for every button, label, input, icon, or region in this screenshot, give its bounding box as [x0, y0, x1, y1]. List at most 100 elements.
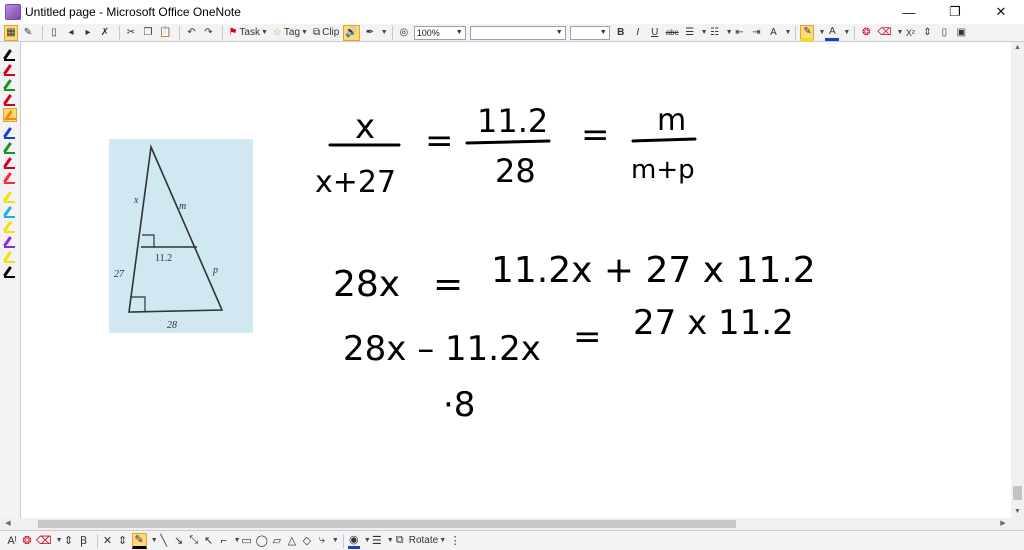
pen-swatch-12[interactable]: [3, 220, 17, 234]
diamond-icon[interactable]: ◇: [301, 533, 313, 549]
pen-swatch-7[interactable]: [3, 141, 17, 155]
chevron-down-icon[interactable]: ▼: [364, 537, 371, 544]
pen-swatch-13[interactable]: [3, 235, 17, 249]
redo-icon[interactable]: ↷: [201, 25, 215, 41]
undo-icon[interactable]: ↶: [184, 25, 198, 41]
chevron-down-icon[interactable]: ▼: [387, 537, 394, 544]
bullets-icon[interactable]: ☰: [683, 25, 697, 41]
pen-swatch-3[interactable]: [3, 78, 17, 92]
chevron-down-icon[interactable]: ▼: [896, 29, 903, 36]
horizontal-scroll-thumb[interactable]: [38, 520, 736, 528]
chevron-down-icon[interactable]: ▼: [726, 29, 733, 36]
chevron-down-icon[interactable]: ▼: [151, 537, 158, 544]
pen-swatch-1[interactable]: [3, 48, 17, 62]
arrange-icon[interactable]: ⧉: [394, 533, 406, 549]
arrow-icon[interactable]: ↘: [173, 533, 185, 549]
scroll-down-icon[interactable]: ▼: [1011, 506, 1024, 518]
parallelogram-icon[interactable]: ▱: [271, 533, 283, 549]
scroll-up-icon[interactable]: ▲: [1011, 42, 1024, 54]
clip-button[interactable]: ⧉ Clip: [312, 25, 340, 41]
strikethrough-button[interactable]: abc: [665, 25, 680, 41]
ink-to-text-icon[interactable]: X²: [903, 25, 917, 41]
chevron-down-icon[interactable]: ▼: [701, 29, 708, 36]
audio-record-icon[interactable]: 🔊: [343, 24, 360, 41]
pen-swatch-2[interactable]: [3, 63, 17, 77]
chevron-down-icon[interactable]: ▼: [818, 29, 825, 36]
styles-icon[interactable]: A: [767, 25, 781, 41]
chevron-down-icon[interactable]: ▼: [234, 537, 241, 544]
zoom-select[interactable]: 100% ▼: [413, 25, 466, 40]
chevron-down-icon[interactable]: ▼: [843, 29, 850, 36]
chevron-down-icon[interactable]: ▼: [381, 29, 388, 36]
page-canvas[interactable]: x m 11.2 27 p 28 x x+27 = 11.2 28 = m m+…: [21, 42, 1011, 518]
corner-line-icon[interactable]: ⌐: [218, 533, 230, 549]
insert-space-icon[interactable]: ⇕: [920, 25, 934, 41]
decrease-indent-icon[interactable]: ⇤: [733, 25, 747, 41]
triangle-icon[interactable]: △: [286, 533, 298, 549]
back-icon[interactable]: ◂: [64, 25, 78, 41]
chevron-down-icon[interactable]: ▼: [332, 537, 339, 544]
insert-space-icon[interactable]: ⇕: [117, 533, 129, 549]
font-name-select[interactable]: ▼: [469, 25, 566, 40]
cut-icon[interactable]: ✂: [124, 25, 138, 41]
pen-swatch-5[interactable]: [3, 108, 17, 122]
rotate-button[interactable]: Rotate ▼: [409, 533, 446, 549]
zoom-icon[interactable]: ◎: [397, 25, 411, 41]
delete-ink-icon[interactable]: ✕: [102, 533, 114, 549]
pen-selected-icon[interactable]: ✎: [131, 532, 147, 549]
pen-swatch-15[interactable]: [3, 265, 17, 279]
font-size-select[interactable]: ▼: [569, 25, 610, 40]
rectangle-icon[interactable]: ▭: [241, 533, 253, 549]
text-mode-icon[interactable]: Ꞵ: [78, 533, 90, 549]
chevron-down-icon[interactable]: ▼: [785, 29, 792, 36]
arrow-up-left-icon[interactable]: ↖: [203, 533, 215, 549]
eraser-icon[interactable]: ⌫: [876, 25, 892, 41]
pen-tool-icon[interactable]: ✒: [363, 25, 377, 41]
pen-swatch-10[interactable]: [3, 190, 17, 204]
minimize-button[interactable]: —: [886, 0, 932, 24]
overflow-icon[interactable]: ⋮: [449, 533, 461, 549]
line-icon[interactable]: ╲: [158, 533, 170, 549]
scroll-right-icon[interactable]: ▶: [997, 518, 1009, 530]
increase-indent-icon[interactable]: ⇥: [750, 25, 764, 41]
new-page-icon[interactable]: ▯: [47, 25, 61, 41]
double-arrow-icon[interactable]: ⤡: [188, 533, 200, 549]
full-page-icon[interactable]: ▣: [954, 25, 968, 41]
underline-button[interactable]: U: [648, 25, 662, 41]
eraser-icon[interactable]: ⌫: [36, 533, 52, 549]
delete-icon[interactable]: ✗: [98, 25, 112, 41]
pen-swatch-4[interactable]: [3, 93, 17, 107]
add-space-icon[interactable]: ⇕: [63, 533, 75, 549]
lasso-icon[interactable]: ❂: [21, 533, 33, 549]
italic-button[interactable]: I: [631, 25, 645, 41]
page-view-icon[interactable]: ▦: [4, 24, 18, 41]
ellipse-icon[interactable]: ◯: [256, 533, 268, 549]
pen-swatch-9[interactable]: [3, 171, 17, 185]
page-view-toggle-icon[interactable]: ▯: [937, 25, 951, 41]
connector-icon[interactable]: ⤷: [316, 533, 328, 549]
vertical-scrollbar[interactable]: ▲ ▼: [1011, 42, 1024, 518]
text-select-icon[interactable]: Aᴵ: [6, 533, 18, 549]
copy-icon[interactable]: ❐: [141, 25, 155, 41]
task-flag-button[interactable]: ⚑ Task ▼: [227, 25, 268, 41]
horizontal-scrollbar[interactable]: ◀ ▶: [0, 518, 1011, 530]
fill-color-icon[interactable]: ◉: [347, 533, 360, 549]
tag-button[interactable]: ☆ Tag ▼: [272, 25, 309, 41]
lasso-select-icon[interactable]: ❂: [859, 25, 873, 41]
line-weight-icon[interactable]: ☰: [371, 533, 383, 549]
pen-swatch-11[interactable]: [3, 205, 17, 219]
bold-button[interactable]: B: [614, 25, 628, 41]
pen-swatch-6[interactable]: [3, 126, 17, 140]
forward-icon[interactable]: ▸: [81, 25, 95, 41]
highlighter-icon[interactable]: ✎: [800, 24, 815, 41]
numbering-icon[interactable]: ☷: [708, 25, 722, 41]
chevron-down-icon[interactable]: ▼: [56, 537, 63, 544]
restore-button[interactable]: ❐: [932, 0, 978, 24]
scroll-left-icon[interactable]: ◀: [2, 518, 14, 530]
pen-swatch-8[interactable]: [3, 156, 17, 170]
vertical-scroll-thumb[interactable]: [1013, 486, 1022, 500]
pen-swatch-14[interactable]: [3, 250, 17, 264]
font-color-icon[interactable]: A: [825, 25, 840, 41]
paste-icon[interactable]: 📋: [158, 25, 172, 41]
pen-mode-icon[interactable]: ✎: [21, 25, 35, 41]
